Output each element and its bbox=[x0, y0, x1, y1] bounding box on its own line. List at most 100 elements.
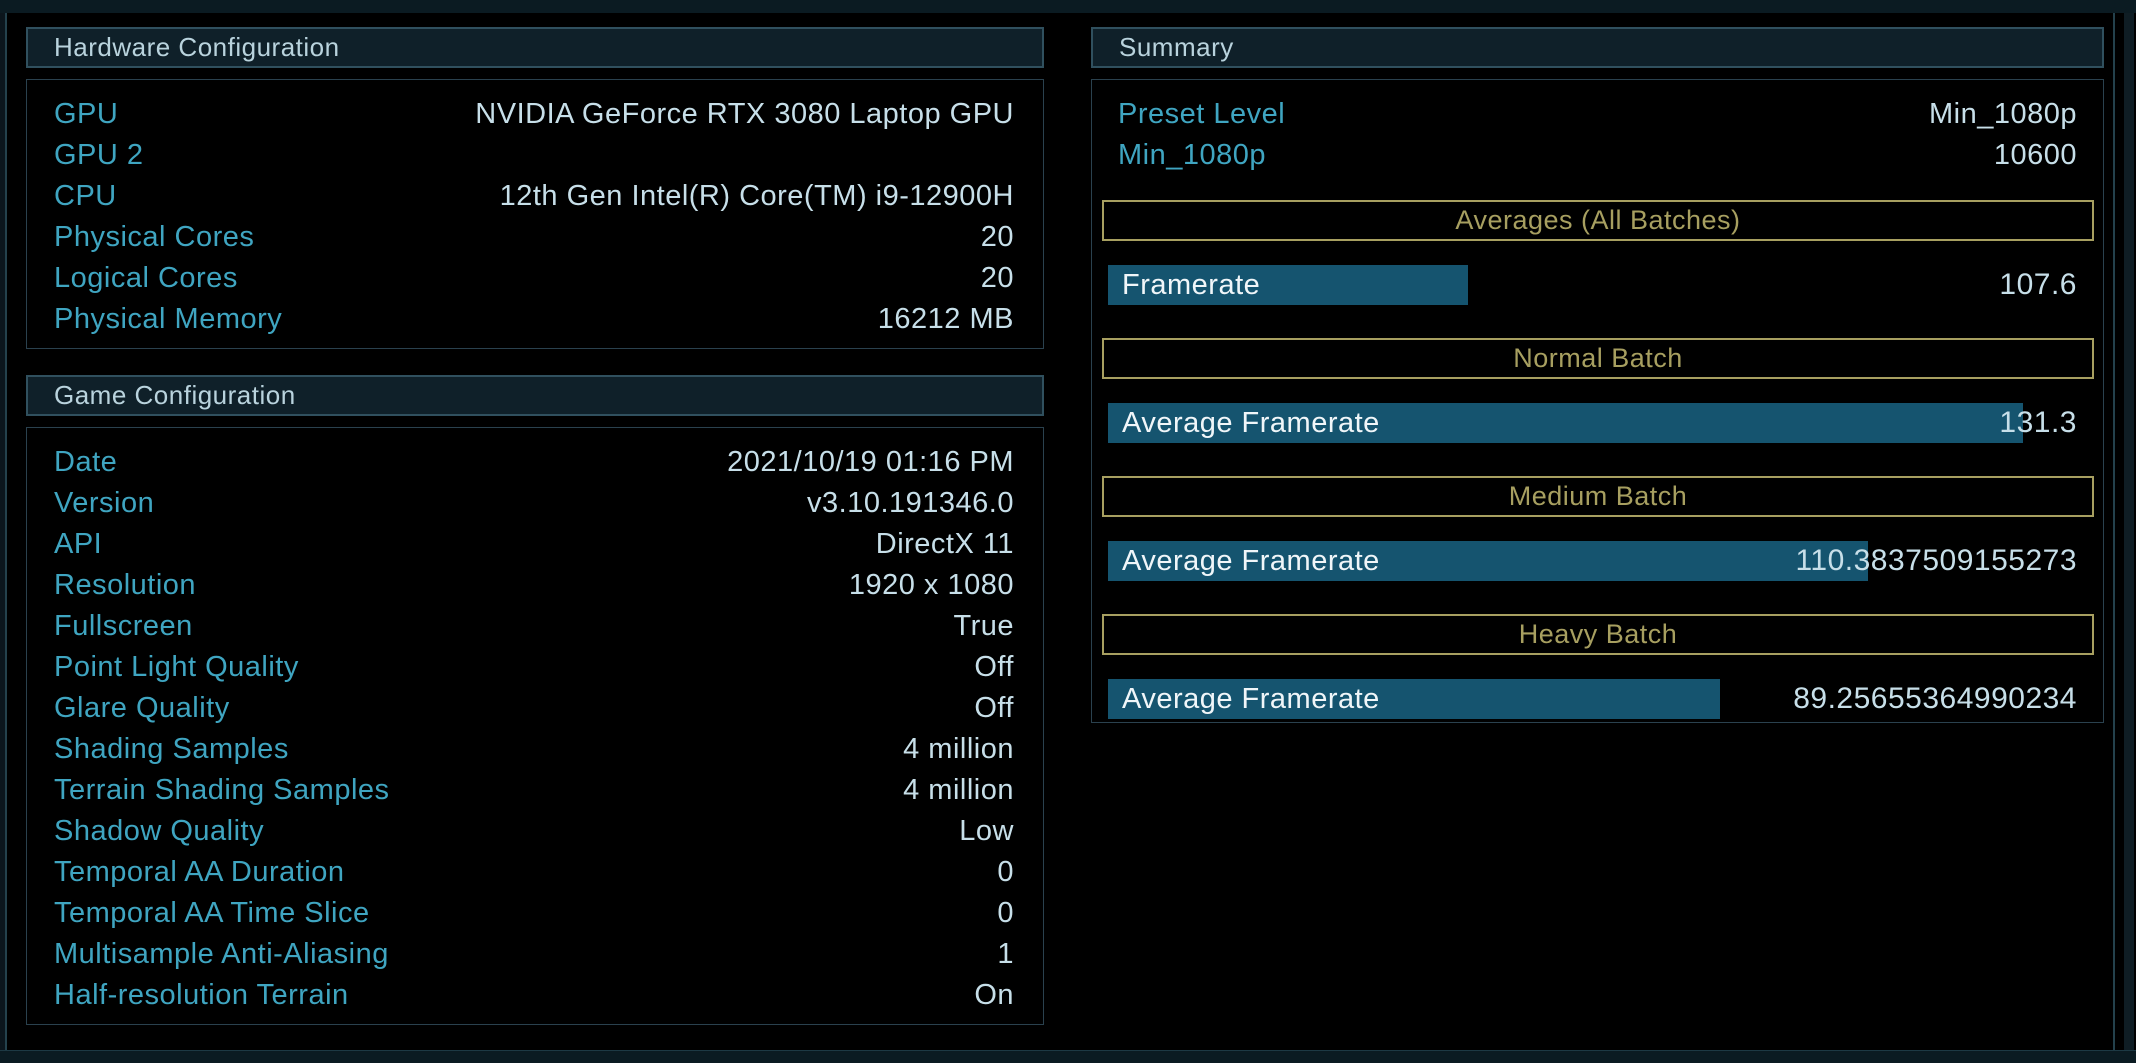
framerate-bar-label: Average Framerate bbox=[1122, 545, 1380, 577]
config-row: Glare Quality Off bbox=[27, 688, 1043, 729]
summary-row: Min_1080p 10600 bbox=[1092, 135, 2103, 176]
config-row-value: NVIDIA GeForce RTX 3080 Laptop GPU bbox=[475, 98, 1014, 130]
hardware-configuration-title: Hardware Configuration bbox=[54, 32, 340, 62]
summary-header: Summary bbox=[1091, 27, 2104, 68]
config-row-label: Terrain Shading Samples bbox=[54, 774, 390, 806]
config-row-value: Low bbox=[959, 815, 1014, 847]
framerate-value: 110.3837509155273 bbox=[1795, 544, 2077, 577]
config-row-value: Off bbox=[974, 692, 1014, 724]
config-row-value: Off bbox=[974, 651, 1014, 683]
config-row: Logical Cores 20 bbox=[27, 258, 1043, 299]
game-configuration-header: Game Configuration bbox=[26, 375, 1044, 416]
framerate-bar: Average Framerate bbox=[1108, 403, 2023, 443]
batch-section-header: Medium Batch bbox=[1102, 476, 2094, 517]
summary-row-label: Min_1080p bbox=[1118, 139, 1266, 171]
summary-row-value: Min_1080p bbox=[1929, 98, 2077, 130]
config-row-value: 20 bbox=[980, 262, 1014, 294]
config-row-label: Logical Cores bbox=[54, 262, 238, 294]
config-row-label: GPU 2 bbox=[54, 139, 144, 171]
config-row: Temporal AA Time Slice 0 bbox=[27, 893, 1043, 934]
config-row-value: 16212 MB bbox=[877, 303, 1014, 335]
config-row-label: Date bbox=[54, 446, 118, 478]
game-configuration-panel: Date 2021/10/19 01:16 PM Version v3.10.1… bbox=[26, 427, 1044, 1025]
batch-section-title: Averages (All Batches) bbox=[1455, 205, 1741, 235]
framerate-bar-row: Average Framerate 89.25655364990234 bbox=[1092, 679, 2103, 719]
config-row: API DirectX 11 bbox=[27, 524, 1043, 565]
summary-row: Preset Level Min_1080p bbox=[1092, 94, 2103, 135]
frame-right-border bbox=[2113, 13, 2115, 1050]
config-row: Physical Memory 16212 MB bbox=[27, 299, 1043, 340]
summary-sections: Averages (All Batches) Framerate 107.6 N… bbox=[1092, 200, 2103, 719]
config-row-label: Fullscreen bbox=[54, 610, 193, 642]
batch-section: Normal Batch Average Framerate 131.3 bbox=[1092, 338, 2103, 443]
config-row-value: 20 bbox=[980, 221, 1014, 253]
config-row-value: 0 bbox=[997, 897, 1014, 929]
hardware-configuration-rows: GPU NVIDIA GeForce RTX 3080 Laptop GPU G… bbox=[27, 80, 1043, 348]
config-row-value: DirectX 11 bbox=[875, 528, 1014, 560]
batch-section: Averages (All Batches) Framerate 107.6 bbox=[1092, 200, 2103, 305]
framerate-value: 107.6 bbox=[1999, 268, 2077, 301]
framerate-value: 131.3 bbox=[1999, 406, 2077, 439]
config-row-label: CPU bbox=[54, 180, 117, 212]
framerate-bar-row: Average Framerate 110.3837509155273 bbox=[1092, 541, 2103, 581]
batch-section-header: Averages (All Batches) bbox=[1102, 200, 2094, 241]
summary-panel: Preset Level Min_1080p Min_1080p 10600 A… bbox=[1091, 79, 2104, 723]
config-row-value: 4 million bbox=[903, 774, 1014, 806]
next-section-header-edge bbox=[0, 1050, 2136, 1063]
config-row: GPU NVIDIA GeForce RTX 3080 Laptop GPU bbox=[27, 94, 1043, 135]
config-row: Shading Samples 4 million bbox=[27, 729, 1043, 770]
config-row: Date 2021/10/19 01:16 PM bbox=[27, 442, 1043, 483]
config-row-label: Version bbox=[54, 487, 155, 519]
framerate-bar-label: Average Framerate bbox=[1122, 407, 1380, 439]
framerate-bar: Average Framerate bbox=[1108, 541, 1869, 581]
config-row: GPU 2 bbox=[27, 135, 1043, 176]
config-row-label: GPU bbox=[54, 98, 119, 130]
game-configuration-title: Game Configuration bbox=[54, 380, 296, 410]
config-row-label: Resolution bbox=[54, 569, 197, 601]
config-row-value: 12th Gen Intel(R) Core(TM) i9-12900H bbox=[499, 180, 1014, 212]
config-row-label: Glare Quality bbox=[54, 692, 230, 724]
batch-section-header: Normal Batch bbox=[1102, 338, 2094, 379]
framerate-bar-label: Framerate bbox=[1122, 269, 1261, 301]
config-row: Resolution 1920 x 1080 bbox=[27, 565, 1043, 606]
batch-section: Heavy Batch Average Framerate 89.2565536… bbox=[1092, 614, 2103, 719]
config-row-label: Temporal AA Time Slice bbox=[54, 897, 370, 929]
framerate-value: 89.25655364990234 bbox=[1793, 682, 2077, 715]
config-row: Version v3.10.191346.0 bbox=[27, 483, 1043, 524]
config-row-label: Shadow Quality bbox=[54, 815, 265, 847]
game-configuration-rows: Date 2021/10/19 01:16 PM Version v3.10.1… bbox=[27, 428, 1043, 1024]
config-row-value: True bbox=[953, 610, 1014, 642]
top-strip bbox=[0, 0, 2136, 13]
hardware-configuration-panel: GPU NVIDIA GeForce RTX 3080 Laptop GPU G… bbox=[26, 79, 1044, 349]
batch-section-header: Heavy Batch bbox=[1102, 614, 2094, 655]
benchmark-results-screen: Hardware Configuration GPU NVIDIA GeForc… bbox=[0, 0, 2136, 1063]
frame-left-border bbox=[5, 13, 7, 1050]
config-row-value: 1920 x 1080 bbox=[848, 569, 1014, 601]
config-row-label: Multisample Anti-Aliasing bbox=[54, 938, 389, 970]
summary-row-label: Preset Level bbox=[1118, 98, 1286, 130]
config-row: Multisample Anti-Aliasing 1 bbox=[27, 934, 1043, 975]
framerate-bar: Framerate bbox=[1108, 265, 1468, 305]
config-row: Fullscreen True bbox=[27, 606, 1043, 647]
config-row: Temporal AA Duration 0 bbox=[27, 852, 1043, 893]
batch-section-title: Medium Batch bbox=[1508, 481, 1688, 511]
config-row-label: Half-resolution Terrain bbox=[54, 979, 349, 1011]
config-row-value: 2021/10/19 01:16 PM bbox=[727, 446, 1014, 478]
hardware-configuration-header: Hardware Configuration bbox=[26, 27, 1044, 68]
batch-section: Medium Batch Average Framerate 110.38375… bbox=[1092, 476, 2103, 581]
config-row: Physical Cores 20 bbox=[27, 217, 1043, 258]
config-row-label: Temporal AA Duration bbox=[54, 856, 345, 888]
config-row: Terrain Shading Samples 4 million bbox=[27, 770, 1043, 811]
scrollbar-thumb[interactable] bbox=[2124, 13, 2134, 1050]
framerate-bar: Average Framerate bbox=[1108, 679, 1720, 719]
config-row-label: API bbox=[54, 528, 103, 560]
config-row-label: Shading Samples bbox=[54, 733, 289, 765]
config-row-value: 4 million bbox=[903, 733, 1014, 765]
config-row-value: On bbox=[974, 979, 1014, 1011]
batch-section-title: Heavy Batch bbox=[1518, 619, 1678, 649]
config-row-value: 0 bbox=[997, 856, 1014, 888]
summary-row-value: 10600 bbox=[1993, 139, 2077, 171]
config-row: CPU 12th Gen Intel(R) Core(TM) i9-12900H bbox=[27, 176, 1043, 217]
framerate-bar-row: Average Framerate 131.3 bbox=[1092, 403, 2103, 443]
config-row-label: Physical Memory bbox=[54, 303, 283, 335]
